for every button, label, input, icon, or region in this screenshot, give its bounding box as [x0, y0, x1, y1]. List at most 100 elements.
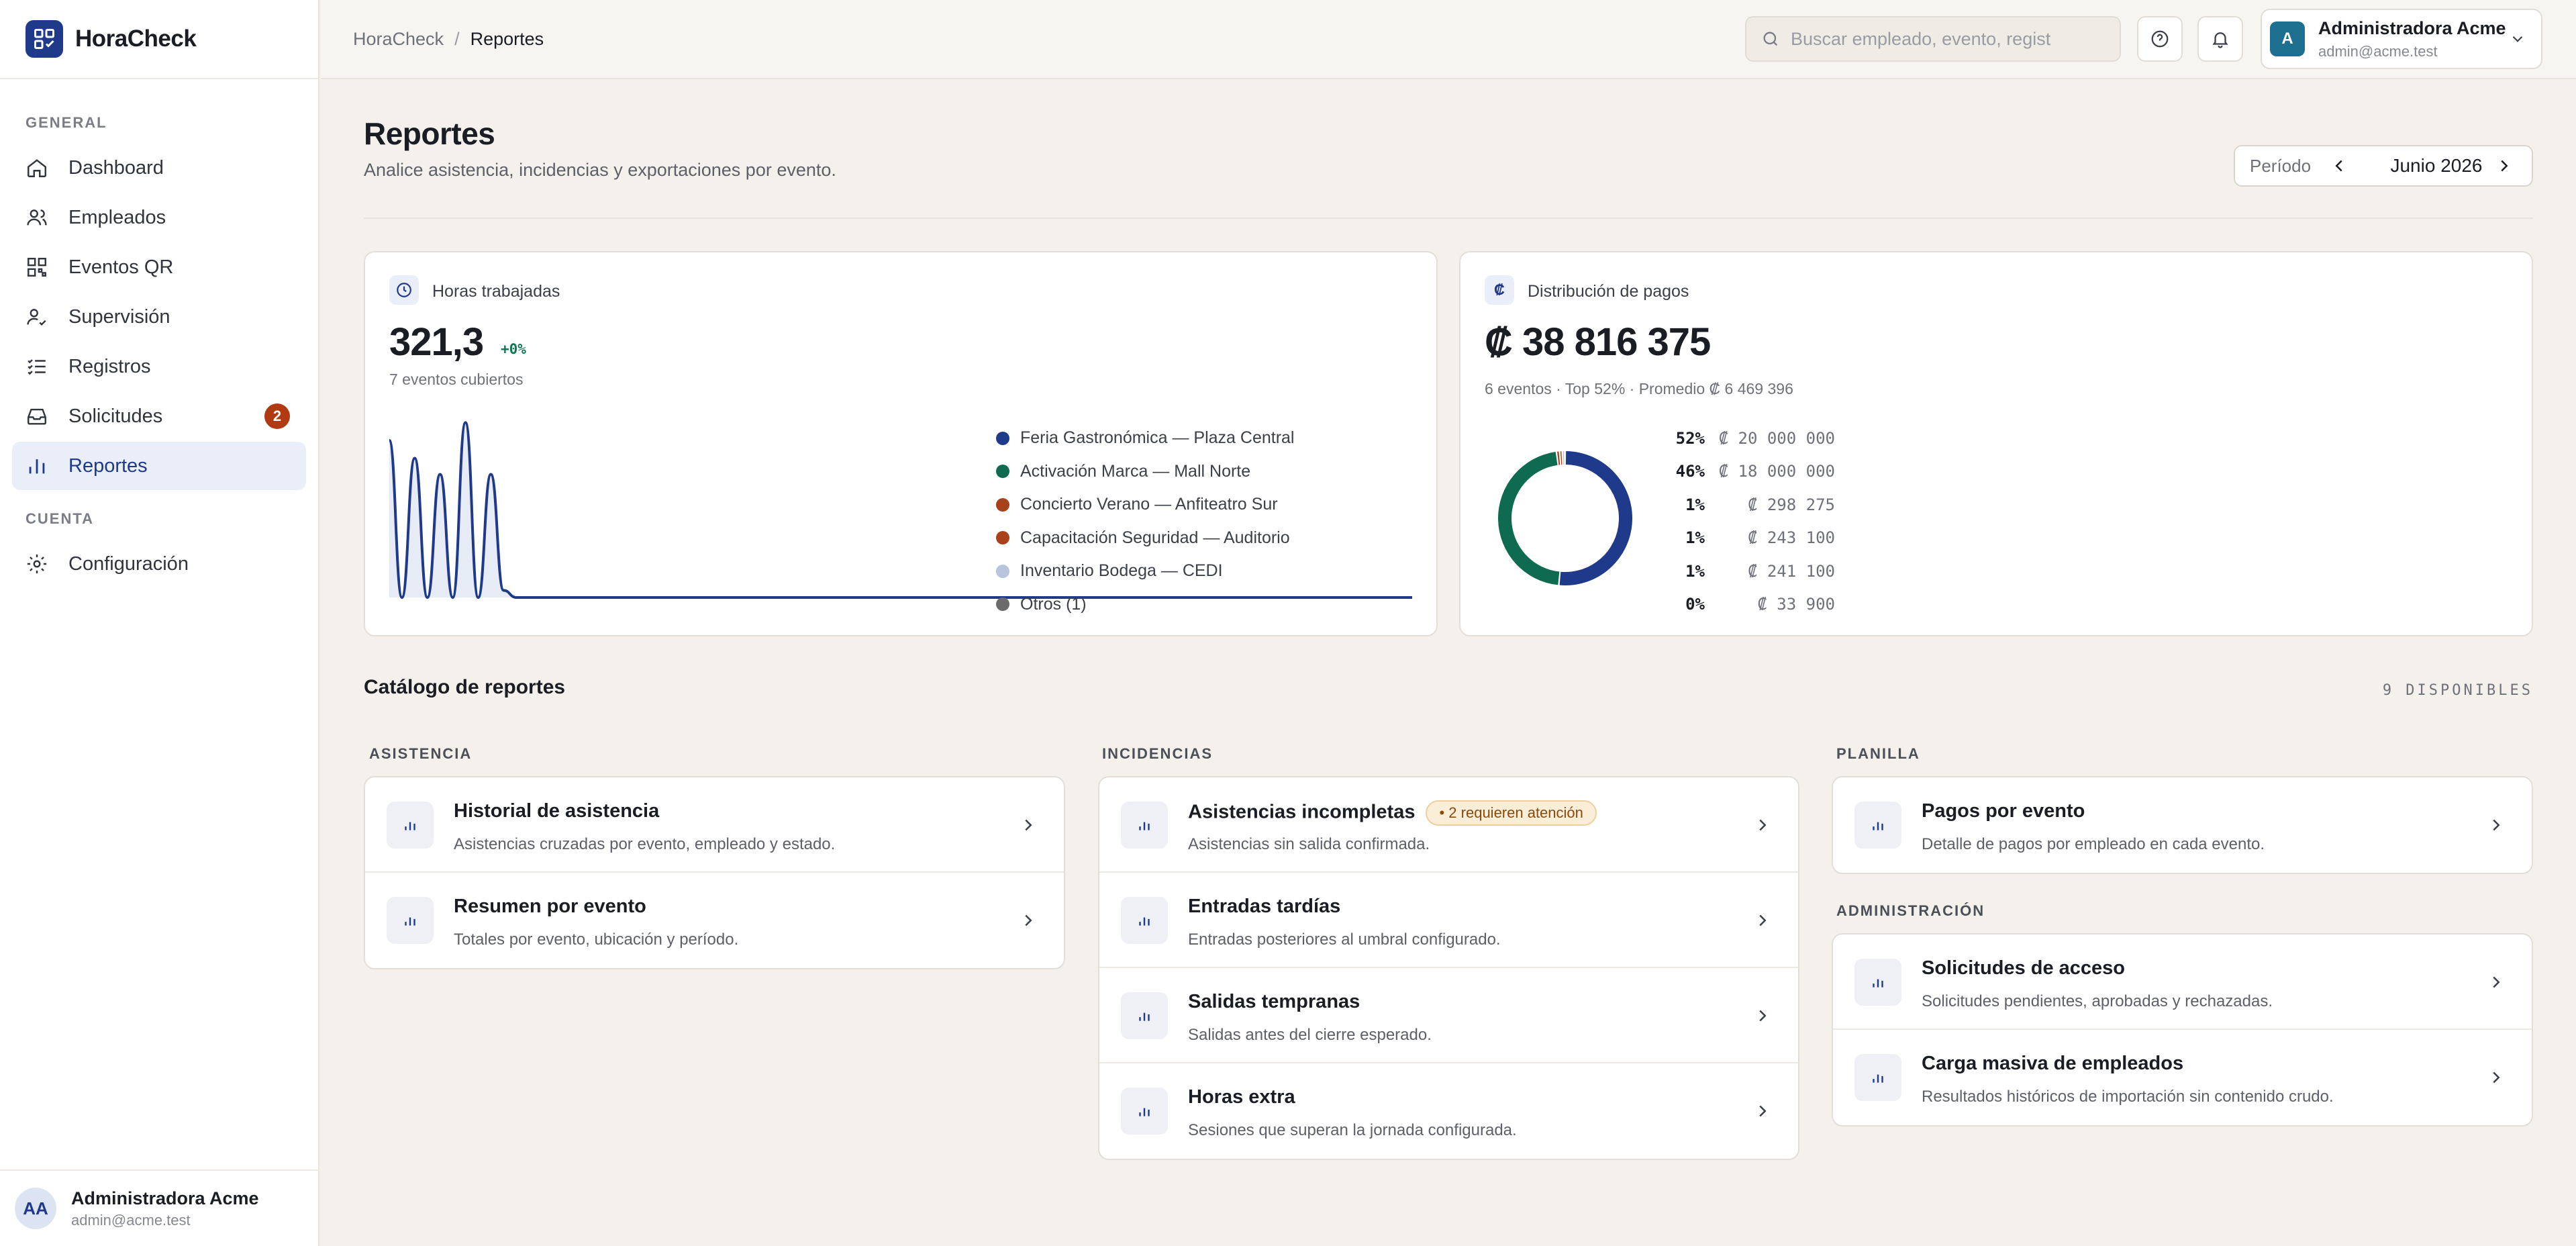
qr-grid-icon [28, 258, 46, 277]
report-list-incidencias: Asistencias incompletas • 2 requieren ate… [1098, 776, 1799, 1160]
sidebar-item-label: Dashboard [68, 156, 164, 179]
report-title-text: Horas extra [1188, 1086, 1295, 1108]
report-list-administracion: Solicitudes de acceso Solicitudes pendien… [1832, 933, 2533, 1127]
sidebar-item-solicitudes[interactable]: Solicitudes 2 [12, 392, 306, 440]
report-chart-icon [1121, 897, 1168, 944]
sidebar-item-label: Configuración [68, 553, 189, 575]
sidebar-item-eventos-qr[interactable]: Eventos QR [12, 243, 306, 291]
sidebar-user[interactable]: AA Administradora Acme admin@acme.test [0, 1169, 319, 1246]
chevron-right-icon [2501, 160, 2508, 172]
report-item[interactable]: Pagos por evento Detalle de pagos por emp… [1833, 777, 2532, 873]
report-item[interactable]: Entradas tardías Entradas posteriores al … [1099, 873, 1798, 968]
legend-percent: 0% [1685, 595, 1705, 614]
period-next-button[interactable] [2494, 156, 2514, 181]
report-chart-icon [1121, 1088, 1168, 1135]
chevron-right-icon [1759, 914, 1767, 926]
report-item[interactable]: Historial de asistencia Asistencias cruza… [365, 777, 1064, 873]
hours-label: Horas trabajadas [432, 282, 560, 301]
breadcrumb: HoraCheck / Reportes [353, 29, 544, 50]
avatar: A [2270, 21, 2305, 56]
brand[interactable]: HoraCheck [0, 0, 318, 79]
report-chart-icon [1854, 802, 1901, 849]
report-title-text: Salidas tempranas [1188, 991, 1360, 1012]
catalog-count: 9 DISPONIBLES [2382, 682, 2533, 699]
report-item[interactable]: Asistencias incompletas • 2 requieren ate… [1099, 777, 1798, 873]
chevron-right-icon [1025, 914, 1032, 926]
group-title-planilla: PLANILLA [1836, 745, 1920, 762]
sidebar: HoraCheck GENERAL Dashboard Empleados Ev… [0, 0, 319, 1246]
report-item[interactable]: Carga masiva de empleados Resultados hist… [1833, 1030, 2532, 1125]
sidebar-item-label: Empleados [68, 206, 166, 228]
chevron-left-icon [2335, 160, 2342, 172]
report-item[interactable]: Salidas tempranas Salidas antes del cierr… [1099, 968, 1798, 1063]
report-description: Asistencias sin salida confirmada. [1188, 835, 1430, 853]
help-button[interactable] [2137, 16, 2183, 62]
legend-item: Concierto Verano — Anfiteatro Sur 1% ₡ 298… [996, 488, 1835, 522]
breadcrumb-current: Reportes [470, 28, 544, 49]
period-value: Junio 2026 [2390, 155, 2483, 176]
report-item[interactable]: Solicitudes de acceso Solicitudes pendien… [1833, 934, 2532, 1030]
period-prev-button[interactable] [2329, 156, 2349, 181]
notifications-button[interactable] [2197, 16, 2243, 62]
avatar: AA [15, 1188, 56, 1229]
page-title: Reportes [364, 116, 495, 151]
hours-meta: 7 eventos cubiertos [389, 371, 524, 388]
user-menu[interactable]: A Administradora Acme admin@acme.test [2261, 9, 2542, 69]
report-title: Resumen por evento [454, 896, 646, 918]
brand-name: HoraCheck [75, 26, 197, 52]
qr-logo-icon [26, 20, 63, 58]
report-title-text: Solicitudes de acceso [1922, 957, 2126, 979]
sidebar-item-registros[interactable]: Registros [12, 342, 306, 391]
home-icon [28, 159, 46, 177]
catalog-title: Catálogo de reportes [364, 676, 566, 698]
search-input[interactable] [1791, 28, 2106, 50]
sidebar-user-email: admin@acme.test [71, 1211, 191, 1229]
payments-legend: Feria Gastronómica — Plaza Central 52% ₡ 2… [996, 422, 1835, 621]
report-title-text: Asistencias incompletas [1188, 801, 1416, 823]
report-chart-icon [387, 802, 434, 849]
legend-label: Capacitación Seguridad — Auditorio [1020, 528, 1290, 547]
sidebar-item-dashboard[interactable]: Dashboard [12, 144, 306, 192]
sidebar-user-name: Administradora Acme [71, 1188, 259, 1208]
chevron-right-icon [1759, 1010, 1767, 1022]
legend-percent: 1% [1685, 561, 1705, 581]
legend-item: Capacitación Seguridad — Auditorio 1% ₡ 24… [996, 522, 1835, 555]
report-title: Salidas tempranas [1188, 991, 1360, 1013]
legend-amount: ₡ 298 275 [1747, 495, 1835, 514]
sidebar-item-reportes[interactable]: Reportes [12, 442, 306, 490]
sidebar-item-configuracion[interactable]: Configuración [12, 540, 306, 588]
breadcrumb-root[interactable]: HoraCheck [353, 29, 444, 49]
search-box[interactable] [1745, 16, 2121, 62]
payments-label: Distribución de pagos [1528, 282, 1689, 301]
legend-amount: ₡ 18 000 000 [1718, 462, 1835, 481]
legend-amount: ₡ 33 900 [1757, 595, 1835, 614]
report-item[interactable]: Resumen por evento Totales por evento, ub… [365, 873, 1064, 968]
users-icon [27, 209, 47, 226]
chevron-right-icon [2493, 1071, 2500, 1084]
legend-item: Otros (1) 0% ₡ 33 900 [996, 588, 1835, 622]
sidebar-item-label: Reportes [68, 454, 148, 477]
attention-badge: • 2 requieren atención [1426, 800, 1597, 826]
chevron-right-icon [1759, 819, 1767, 831]
nav-general: Dashboard Empleados Eventos QR Supervisi… [0, 144, 318, 490]
report-title: Historial de asistencia [454, 800, 659, 822]
chevron-right-icon [2493, 976, 2500, 988]
report-description: Sesiones que superan la jornada configur… [1188, 1121, 1517, 1139]
sidebar-item-empleados[interactable]: Empleados [12, 193, 306, 242]
report-title: Entradas tardías [1188, 896, 1340, 918]
sidebar-item-label: Eventos QR [68, 256, 174, 278]
currency-icon: ₡ [1485, 275, 1514, 305]
report-title: Asistencias incompletas • 2 requieren ate… [1188, 800, 1597, 826]
report-title-text: Historial de asistencia [454, 800, 660, 822]
payments-meta: 6 eventos · Top 52% · Promedio ₡ 6 469 3… [1485, 380, 1793, 397]
report-title: Carga masiva de empleados [1922, 1053, 2183, 1075]
period-label: Período [2250, 155, 2312, 176]
report-item[interactable]: Horas extra Sesiones que superan la jorna… [1099, 1063, 1798, 1159]
top-header: HoraCheck / Reportes A Administradora Acme… [321, 0, 2576, 79]
nav-account: Configuración [0, 540, 318, 588]
report-description: Detalle de pagos por empleado en cada ev… [1922, 835, 2265, 853]
page-subtitle: Analice asistencia, incidencias y export… [364, 160, 836, 180]
clock-icon [389, 275, 419, 305]
sidebar-item-supervision[interactable]: Supervisión [12, 293, 306, 341]
help-icon [2151, 30, 2169, 48]
